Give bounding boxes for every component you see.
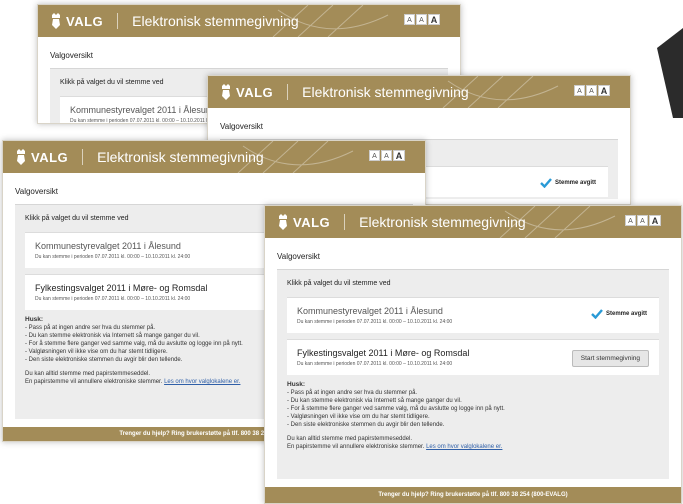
font-size-controls: A A A xyxy=(574,85,610,96)
font-medium-button[interactable]: A xyxy=(381,150,392,161)
window-front: VALG Elektronisk stemmegivning A A A Val… xyxy=(264,205,682,504)
reminder-title: Husk: xyxy=(25,316,44,323)
app-header: VALG Elektronisk stemmegivning A A A xyxy=(265,206,681,238)
checkmark-icon xyxy=(591,309,603,319)
brand-text: VALG xyxy=(293,214,331,230)
election-panel: Klikk på valget du vil stemme ved Kommun… xyxy=(277,269,669,479)
font-small-button[interactable]: A xyxy=(625,215,636,226)
page-title: Valgoversikt xyxy=(220,122,263,131)
crown-lion-icon xyxy=(52,13,60,29)
font-medium-button[interactable]: A xyxy=(586,85,597,96)
checkmark-icon xyxy=(540,178,552,188)
valg-logo: VALG xyxy=(277,214,330,230)
election-period: Du kan stemme i perioden 07.07.2011 kl. … xyxy=(297,319,453,325)
crown-lion-icon xyxy=(279,214,287,230)
vote-cast-status: Stemme avgitt xyxy=(591,309,647,319)
reminder-item: - Valgløsningen vil ikke vise om du har … xyxy=(287,414,430,420)
panel-instruction: Klikk på valget du vil stemme ved xyxy=(287,280,391,287)
reminder-item: - Du kan stemme elektronisk via Internet… xyxy=(287,398,462,404)
reminder-item: - For å stemme flere ganger ved samme va… xyxy=(287,406,505,412)
header-divider xyxy=(82,149,84,165)
page-title: Valgoversikt xyxy=(50,51,93,60)
annul-note: En papirstemme vil annullere elektronisk… xyxy=(287,444,503,450)
page-title: Valgoversikt xyxy=(15,187,58,196)
app-header: VALG Elektronisk stemmegivning A A A xyxy=(38,5,460,37)
reminder-item: - Den siste elektroniske stemmen du avgi… xyxy=(287,422,445,428)
reminder-section: Husk: - Pass på at ingen andre ser hva d… xyxy=(287,381,659,451)
brand-text: VALG xyxy=(66,13,104,29)
font-small-button[interactable]: A xyxy=(404,14,415,25)
valg-logo: VALG xyxy=(15,149,68,165)
font-size-controls: A A A xyxy=(369,150,405,161)
font-large-button[interactable]: A xyxy=(649,215,661,226)
reminder-item: - Pass på at ingen andre ser hva du stem… xyxy=(287,390,418,396)
start-voting-button[interactable]: Start stemmegivning xyxy=(571,350,649,367)
paper-note: Du kan alltid stemme med papirstemmesedd… xyxy=(287,436,413,442)
valg-logo: VALG xyxy=(50,13,103,29)
font-size-controls: A A A xyxy=(625,215,661,226)
font-size-controls: A A A xyxy=(404,14,440,25)
page-title: Valgoversikt xyxy=(277,252,320,261)
header-divider xyxy=(117,13,119,29)
help-text: Trenger du hjelp? Ring brukerstøtte på t… xyxy=(378,492,568,498)
brand-text: VALG xyxy=(31,149,69,165)
font-small-button[interactable]: A xyxy=(369,150,380,161)
font-large-button[interactable]: A xyxy=(428,14,440,25)
election-row-2[interactable]: Fylkestingsvalget 2011 i Møre- og Romsda… xyxy=(287,339,659,375)
polling-places-link[interactable]: Les om hvor valglokalene er. xyxy=(164,379,240,385)
reminder-title: Husk: xyxy=(287,381,306,388)
help-footer: Trenger du hjelp? Ring brukerstøtte på t… xyxy=(265,487,681,503)
header-divider xyxy=(344,214,346,230)
vote-cast-status: Stemme avgitt xyxy=(540,178,596,188)
brand-text: VALG xyxy=(236,84,274,100)
font-medium-button[interactable]: A xyxy=(416,14,427,25)
vote-cast-label: Stemme avgitt xyxy=(605,311,647,317)
valg-logo: VALG xyxy=(220,84,273,100)
election-row-1[interactable]: Kommunestyrevalget 2011 i Ålesund Du kan… xyxy=(287,297,659,333)
font-large-button[interactable]: A xyxy=(393,150,405,161)
app-header: VALG Elektronisk stemmegivning A A A xyxy=(208,76,630,108)
font-large-button[interactable]: A xyxy=(598,85,610,96)
crown-lion-icon xyxy=(17,149,25,165)
corner-shape xyxy=(657,28,683,118)
crown-lion-icon xyxy=(222,84,230,100)
font-small-button[interactable]: A xyxy=(574,85,585,96)
app-header: VALG Elektronisk stemmegivning A A A xyxy=(3,141,425,173)
font-medium-button[interactable]: A xyxy=(637,215,648,226)
header-divider xyxy=(287,84,289,100)
polling-places-link[interactable]: Les om hvor valglokalene er. xyxy=(426,444,502,450)
